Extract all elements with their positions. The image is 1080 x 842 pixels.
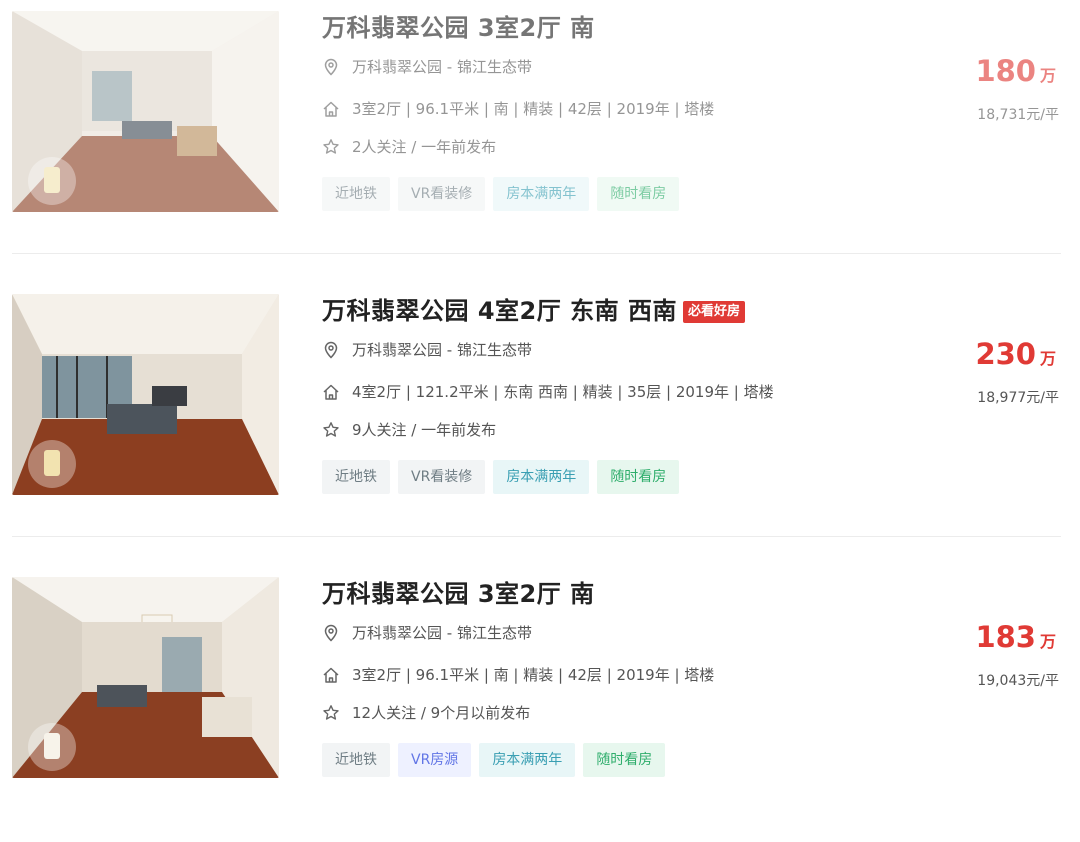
divider bbox=[12, 253, 1061, 254]
follow-text: 2人关注 / 一年前发布 bbox=[352, 138, 497, 156]
listing-title[interactable]: 万科翡翠公园 4室2厅 东南 西南 必看好房 bbox=[322, 291, 942, 326]
tag-vr: VR房源 bbox=[398, 743, 472, 777]
location-row: 万科翡翠公园 - 锦江生态带 bbox=[322, 56, 532, 77]
tag-anytime-viewing: 随时看房 bbox=[583, 743, 666, 777]
spec-row: 3室2厅 | 96.1平米 | 南 | 精装 | 42层 | 2019年 | 塔… bbox=[322, 664, 714, 685]
spec-row: 4室2厅 | 121.2平米 | 东南 西南 | 精装 | 35层 | 2019… bbox=[322, 381, 774, 402]
listing-card[interactable]: 万科翡翠公园 4室2厅 东南 西南 必看好房 万科翡翠公园 - 锦江生态带 4室2… bbox=[0, 277, 1080, 559]
tag-near-subway: 近地铁 bbox=[322, 460, 390, 494]
tag-list: 近地铁 VR看装修 房本满两年 随时看房 bbox=[322, 177, 680, 211]
location-text[interactable]: 万科翡翠公园 - 锦江生态带 bbox=[352, 56, 532, 77]
house-icon bbox=[322, 383, 340, 401]
room-photo-image bbox=[12, 577, 279, 778]
location-pin-icon bbox=[322, 341, 340, 359]
location-pin-icon bbox=[322, 624, 340, 642]
spec-text: 4室2厅 | 121.2平米 | 东南 西南 | 精装 | 35层 | 2019… bbox=[352, 383, 774, 401]
unit-price: 19,043元/平 bbox=[977, 673, 1059, 689]
tag-two-years: 房本满两年 bbox=[493, 177, 590, 211]
vr-3d-icon bbox=[28, 157, 76, 205]
listing-title[interactable]: 万科翡翠公园 3室2厅 南 bbox=[322, 574, 942, 609]
listing-photo[interactable] bbox=[12, 577, 279, 778]
vr-3d-icon bbox=[28, 723, 76, 771]
listing-photo[interactable] bbox=[12, 294, 279, 495]
location-text[interactable]: 万科翡翠公园 - 锦江生态带 bbox=[352, 339, 532, 360]
location-text[interactable]: 万科翡翠公园 - 锦江生态带 bbox=[352, 622, 532, 643]
location-row: 万科翡翠公园 - 锦江生态带 bbox=[322, 339, 532, 360]
room-photo-image bbox=[12, 11, 279, 212]
listing-card[interactable]: 万科翡翠公园 3室2厅 南 万科翡翠公园 - 锦江生态带 3室2厅 | 96.1… bbox=[0, 0, 1080, 276]
tag-list: 近地铁 VR房源 房本满两年 随时看房 bbox=[322, 743, 666, 777]
tag-near-subway: 近地铁 bbox=[322, 177, 390, 211]
star-icon[interactable] bbox=[322, 704, 340, 722]
location-row: 万科翡翠公园 - 锦江生态带 bbox=[322, 622, 532, 643]
follow-text: 12人关注 / 9个月以前发布 bbox=[352, 704, 531, 722]
listing-card[interactable]: 万科翡翠公园 3室2厅 南 万科翡翠公园 - 锦江生态带 3室2厅 | 96.1… bbox=[0, 560, 1080, 842]
divider bbox=[12, 536, 1061, 537]
spec-text: 3室2厅 | 96.1平米 | 南 | 精装 | 42层 | 2019年 | 塔… bbox=[352, 666, 715, 684]
unit-price: 18,731元/平 bbox=[977, 107, 1059, 123]
house-icon bbox=[322, 100, 340, 118]
tag-near-subway: 近地铁 bbox=[322, 743, 390, 777]
follow-row: 2人关注 / 一年前发布 bbox=[322, 136, 496, 157]
tag-list: 近地铁 VR看装修 房本满两年 随时看房 bbox=[322, 460, 680, 494]
listing-photo[interactable] bbox=[12, 11, 279, 212]
spec-text: 3室2厅 | 96.1平米 | 南 | 精装 | 42层 | 2019年 | 塔… bbox=[352, 100, 715, 118]
listing-title[interactable]: 万科翡翠公园 3室2厅 南 bbox=[322, 8, 942, 43]
tag-vr: VR看装修 bbox=[398, 460, 486, 494]
location-pin-icon bbox=[322, 58, 340, 76]
total-price: 230 万 bbox=[975, 337, 1056, 371]
follow-text: 9人关注 / 一年前发布 bbox=[352, 421, 497, 439]
unit-price: 18,977元/平 bbox=[977, 390, 1059, 406]
follow-row: 9人关注 / 一年前发布 bbox=[322, 419, 496, 440]
follow-row: 12人关注 / 9个月以前发布 bbox=[322, 702, 530, 723]
star-icon[interactable] bbox=[322, 138, 340, 156]
tag-two-years: 房本满两年 bbox=[493, 460, 590, 494]
tag-two-years: 房本满两年 bbox=[479, 743, 576, 777]
tag-anytime-viewing: 随时看房 bbox=[597, 177, 680, 211]
tag-vr: VR看装修 bbox=[398, 177, 486, 211]
total-price: 183 万 bbox=[975, 620, 1056, 654]
house-icon bbox=[322, 666, 340, 684]
room-photo-image bbox=[12, 294, 279, 495]
total-price: 180 万 bbox=[975, 54, 1056, 88]
spec-row: 3室2厅 | 96.1平米 | 南 | 精装 | 42层 | 2019年 | 塔… bbox=[322, 98, 714, 119]
must-see-badge: 必看好房 bbox=[682, 301, 745, 323]
star-icon[interactable] bbox=[322, 421, 340, 439]
tag-anytime-viewing: 随时看房 bbox=[597, 460, 680, 494]
vr-3d-icon bbox=[28, 440, 76, 488]
